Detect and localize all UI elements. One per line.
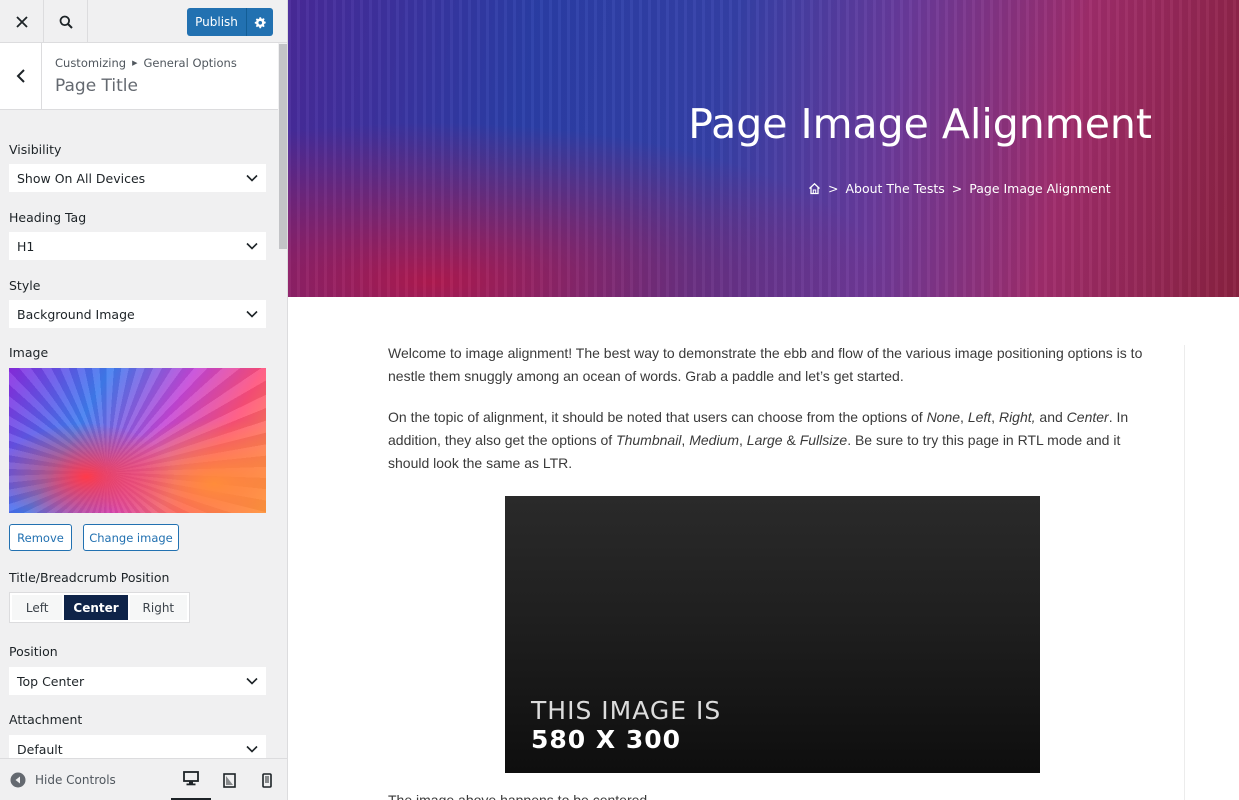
style-value: Background Image [17, 306, 135, 322]
background-image-thumbnail[interactable] [9, 368, 266, 513]
style-label: Style [9, 278, 41, 293]
paragraph-next: The image above happens to be centered. [388, 792, 652, 800]
chevron-down-icon [246, 745, 258, 753]
customizer-header: Publish [0, 0, 287, 43]
chevron-down-icon [246, 174, 258, 182]
attachment-label: Attachment [9, 712, 83, 727]
home-icon[interactable] [808, 182, 821, 195]
page-content: Welcome to image alignment! The best way… [388, 342, 1158, 493]
image-caption-line2: 580 X 300 [531, 725, 682, 754]
caret-right-icon: ▶ [132, 59, 138, 67]
content-divider [1184, 345, 1185, 800]
close-button[interactable] [0, 0, 44, 43]
visibility-label: Visibility [9, 142, 62, 157]
device-desktop-button[interactable] [171, 759, 211, 800]
breadcrumb-separator: > [828, 181, 839, 196]
chevron-down-icon [246, 242, 258, 250]
paragraph-alignment: On the topic of alignment, it should be … [388, 409, 1129, 471]
scrollbar-thumb[interactable] [279, 44, 287, 249]
breadcrumb-current-page: Page Image Alignment [969, 181, 1111, 196]
position-left-button[interactable]: Left [12, 595, 63, 620]
style-select[interactable]: Background Image [9, 300, 266, 328]
title-position-toggle: Left Center Right [9, 592, 190, 623]
change-image-button[interactable]: Change image [83, 524, 179, 551]
chevron-down-icon [246, 677, 258, 685]
position-label: Position [9, 644, 58, 659]
breadcrumb-item-customizing: Customizing [55, 56, 127, 70]
site-preview: Page Image Alignment > About The Tests >… [288, 0, 1239, 800]
chevron-down-icon [246, 310, 258, 318]
chevron-left-icon [16, 69, 25, 83]
sample-image-580x300[interactable]: THIS IMAGE IS 580 X 300 [505, 496, 1040, 773]
hide-controls-button[interactable]: Hide Controls [10, 759, 116, 800]
customizer-footer: Hide Controls [0, 758, 287, 800]
title-position-label: Title/Breadcrumb Position [9, 570, 170, 585]
mobile-icon [262, 772, 272, 788]
position-select[interactable]: Top Center [9, 667, 266, 695]
breadcrumb-item-general-options: General Options [143, 56, 237, 70]
gear-icon [254, 16, 266, 28]
tablet-icon [222, 772, 236, 788]
publish-settings-button[interactable] [246, 8, 273, 36]
visibility-select[interactable]: Show On All Devices [9, 164, 266, 192]
remove-image-button[interactable]: Remove [9, 524, 72, 551]
position-value: Top Center [17, 673, 85, 689]
close-icon [15, 15, 28, 28]
heading-tag-label: Heading Tag [9, 210, 87, 225]
breadcrumb-link-about-the-tests[interactable]: About The Tests [845, 181, 944, 196]
search-button[interactable] [44, 0, 88, 43]
collapse-arrow-icon [10, 772, 26, 788]
section-header: Customizing ▶ General Options Page Title [0, 43, 278, 110]
customizer-sidebar: Publish Customizing ▶ General Options Pa… [0, 0, 288, 800]
image-caption-line1: THIS IMAGE IS [531, 696, 722, 725]
section-title: Page Title [55, 76, 138, 96]
back-button[interactable] [0, 43, 42, 109]
search-icon [59, 15, 73, 29]
hide-controls-label: Hide Controls [35, 773, 116, 787]
visibility-value: Show On All Devices [17, 170, 146, 186]
position-center-button[interactable]: Center [64, 595, 128, 620]
attachment-value: Default [17, 741, 63, 757]
heading-tag-select[interactable]: H1 [9, 232, 266, 260]
page-title-banner: Page Image Alignment > About The Tests >… [288, 0, 1239, 297]
device-tablet-button[interactable] [209, 759, 249, 800]
breadcrumb-separator: > [951, 181, 963, 196]
desktop-icon [183, 771, 199, 786]
page-breadcrumb: > About The Tests > Page Image Alignment [808, 181, 1111, 196]
publish-button[interactable]: Publish [187, 8, 246, 36]
image-label: Image [9, 345, 49, 360]
breadcrumb: Customizing ▶ General Options [55, 56, 237, 70]
page-title: Page Image Alignment [688, 100, 1152, 148]
heading-tag-value: H1 [17, 238, 35, 254]
paragraph-intro: Welcome to image alignment! The best way… [388, 345, 1143, 384]
position-right-button[interactable]: Right [129, 595, 187, 620]
device-mobile-button[interactable] [247, 759, 287, 800]
